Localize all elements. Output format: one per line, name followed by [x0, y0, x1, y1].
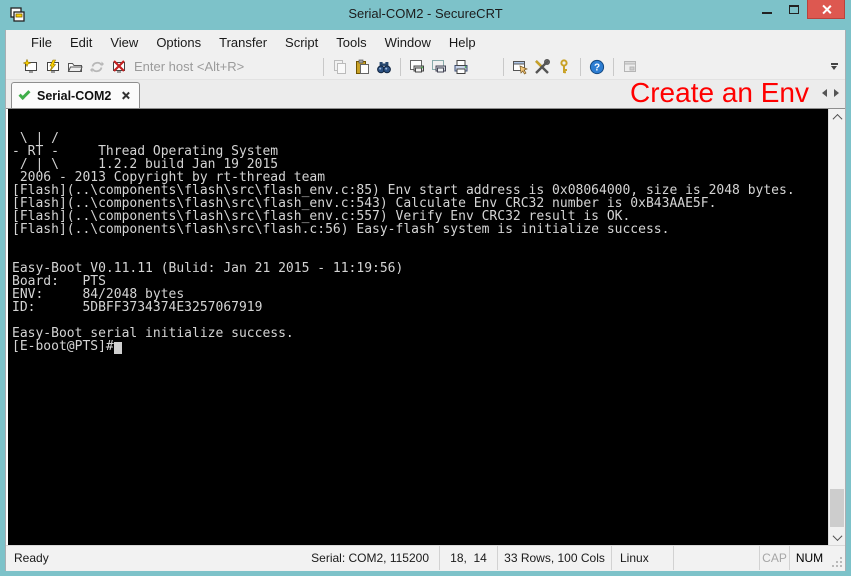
- status-screen-size: 33 Rows, 100 Cols: [497, 546, 611, 570]
- session-manager-icon: [67, 59, 83, 75]
- tab-scroll-right-icon[interactable]: [834, 89, 839, 97]
- session-manager-button[interactable]: [64, 56, 86, 78]
- toolbar-separator: [613, 58, 614, 76]
- menu-edit[interactable]: Edit: [61, 32, 101, 53]
- status-bar: Ready Serial: COM2, 115200 18, 14 33 Row…: [6, 545, 845, 570]
- reconnect-icon: [89, 59, 105, 75]
- help-button[interactable]: ?: [586, 56, 608, 78]
- title-bar: Serial-COM2 - SecureCRT: [0, 0, 851, 30]
- maximize-button[interactable]: [780, 0, 807, 19]
- key-icon: [556, 59, 572, 75]
- terminal-cursor: [114, 342, 122, 354]
- copy-icon: [332, 59, 348, 75]
- toolbar-separator: [580, 58, 581, 76]
- connected-check-icon: [18, 88, 30, 100]
- script-button[interactable]: [619, 56, 641, 78]
- scroll-up-button[interactable]: [829, 109, 845, 125]
- auto-print-button[interactable]: [428, 56, 450, 78]
- terminal-row: \ | / - RT - Thread Operating System / |…: [6, 109, 845, 545]
- status-emulation: Linux: [611, 546, 673, 570]
- host-input[interactable]: [134, 57, 284, 76]
- menu-window[interactable]: Window: [376, 32, 440, 53]
- script-icon: [622, 59, 638, 75]
- annotation-text: Create an Env: [630, 77, 809, 109]
- connect-icon: [45, 59, 61, 75]
- terminal-line: ID: 5DBFF3734374E3257067919: [12, 301, 828, 314]
- status-serial: Serial: COM2, 115200: [289, 546, 439, 570]
- toolbar-overflow-button[interactable]: [827, 63, 841, 70]
- terminal-line: [Flash](..\components\flash\src\flash.c:…: [12, 223, 828, 236]
- status-cursor-position: 18, 14: [439, 546, 497, 570]
- status-caps-lock: CAP: [759, 546, 789, 570]
- terminal-prompt-line: [E-boot@PTS]#: [12, 340, 828, 353]
- print-icon: [409, 59, 425, 75]
- menu-view[interactable]: View: [101, 32, 147, 53]
- quick-connect-button[interactable]: [20, 56, 42, 78]
- terminal-line: Easy-Boot V0.11.11 (Bulid: Jan 21 2015 -…: [12, 262, 828, 275]
- scroll-down-button[interactable]: [829, 529, 845, 545]
- global-options-button[interactable]: [531, 56, 553, 78]
- chevron-up-icon: [832, 113, 842, 123]
- disconnect-icon: [111, 59, 127, 75]
- menu-bar: File Edit View Options Transfer Script T…: [6, 30, 845, 54]
- minimize-icon: [762, 12, 772, 14]
- toolbar-separator: [503, 58, 504, 76]
- disconnect-button[interactable]: [108, 56, 130, 78]
- tab-scroll-buttons: [822, 89, 839, 97]
- terminal-line: Easy-Boot serial initialize success.: [12, 327, 828, 340]
- close-button[interactable]: [807, 0, 845, 19]
- shell-prompt: [E-boot@PTS]#: [12, 339, 114, 354]
- tab-bar: Serial-COM2 Create an Env: [6, 80, 845, 109]
- key-button[interactable]: [553, 56, 575, 78]
- connect-button[interactable]: [42, 56, 64, 78]
- resize-grip[interactable]: [829, 546, 845, 570]
- window-title: Serial-COM2 - SecureCRT: [0, 6, 851, 21]
- status-blank: [673, 546, 759, 570]
- copy-button[interactable]: [329, 56, 351, 78]
- menu-help[interactable]: Help: [440, 32, 485, 53]
- session-options-button[interactable]: [509, 56, 531, 78]
- svg-text:?: ?: [594, 62, 600, 73]
- find-icon: [376, 59, 392, 75]
- paste-button[interactable]: [351, 56, 373, 78]
- reconnect-button[interactable]: [86, 56, 108, 78]
- session-options-icon: [512, 59, 528, 75]
- chevron-down-icon: [832, 531, 842, 541]
- minimize-button[interactable]: [753, 0, 780, 19]
- print-setup-icon: [453, 59, 469, 75]
- status-num-lock: NUM: [789, 546, 829, 570]
- menu-script[interactable]: Script: [276, 32, 327, 53]
- menu-options[interactable]: Options: [147, 32, 210, 53]
- menu-tools[interactable]: Tools: [327, 32, 375, 53]
- close-icon: [821, 4, 832, 15]
- toolbar-separator: [323, 58, 324, 76]
- tab-serial-com2[interactable]: Serial-COM2: [11, 82, 140, 108]
- print-button[interactable]: [406, 56, 428, 78]
- menu-file[interactable]: File: [22, 32, 61, 53]
- tab-label: Serial-COM2: [37, 89, 111, 103]
- toolbar-separator: [400, 58, 401, 76]
- terminal-line: [12, 236, 828, 249]
- tab-scroll-left-icon[interactable]: [822, 89, 827, 97]
- help-icon: ?: [589, 59, 605, 75]
- window-content: File Edit View Options Transfer Script T…: [5, 30, 846, 571]
- find-button[interactable]: [373, 56, 395, 78]
- print-setup-button[interactable]: [450, 56, 472, 78]
- securecrt-window: Serial-COM2 - SecureCRT File Edit View O…: [0, 0, 851, 576]
- quick-connect-icon: [23, 59, 39, 75]
- global-options-icon: [534, 59, 550, 75]
- maximize-icon: [789, 5, 799, 14]
- status-ready: Ready: [6, 546, 289, 570]
- vertical-scrollbar[interactable]: [828, 109, 845, 545]
- paste-icon: [354, 59, 370, 75]
- auto-print-icon: [431, 59, 447, 75]
- toolbar-overflow-icon: [831, 63, 838, 65]
- terminal-screen[interactable]: \ | / - RT - Thread Operating System / |…: [8, 109, 828, 545]
- menu-transfer[interactable]: Transfer: [210, 32, 276, 53]
- scrollbar-thumb[interactable]: [830, 489, 844, 527]
- terminal-line: [12, 119, 828, 132]
- tab-close-icon[interactable]: [121, 91, 130, 100]
- window-controls: [753, 0, 845, 19]
